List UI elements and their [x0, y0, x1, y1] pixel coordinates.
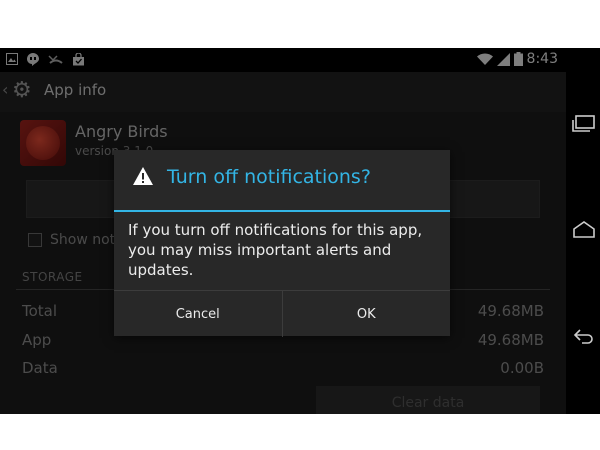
cancel-button[interactable]: Cancel: [114, 291, 282, 337]
dialog-message: If you turn off notifications for this a…: [128, 221, 423, 279]
turn-off-notifications-dialog: Turn off notifications? If you turn off …: [114, 150, 450, 337]
dialog-title-divider: [114, 210, 450, 212]
home-icon[interactable]: [572, 220, 596, 240]
dialog-button-bar: Cancel OK: [114, 290, 450, 337]
dialog-title: Turn off notifications?: [167, 166, 371, 188]
navigation-bar: [566, 48, 600, 414]
screen: 8:43 ‹ ⚙ App info Angry Birds version 3.…: [0, 48, 566, 414]
warning-icon: [133, 167, 153, 185]
ok-button[interactable]: OK: [281, 291, 451, 337]
dialog-title-bar: Turn off notifications?: [114, 150, 450, 210]
back-icon[interactable]: [572, 326, 596, 346]
recent-apps-icon[interactable]: [572, 114, 596, 134]
phone-frame: 8:43 ‹ ⚙ App info Angry Birds version 3.…: [0, 48, 600, 414]
